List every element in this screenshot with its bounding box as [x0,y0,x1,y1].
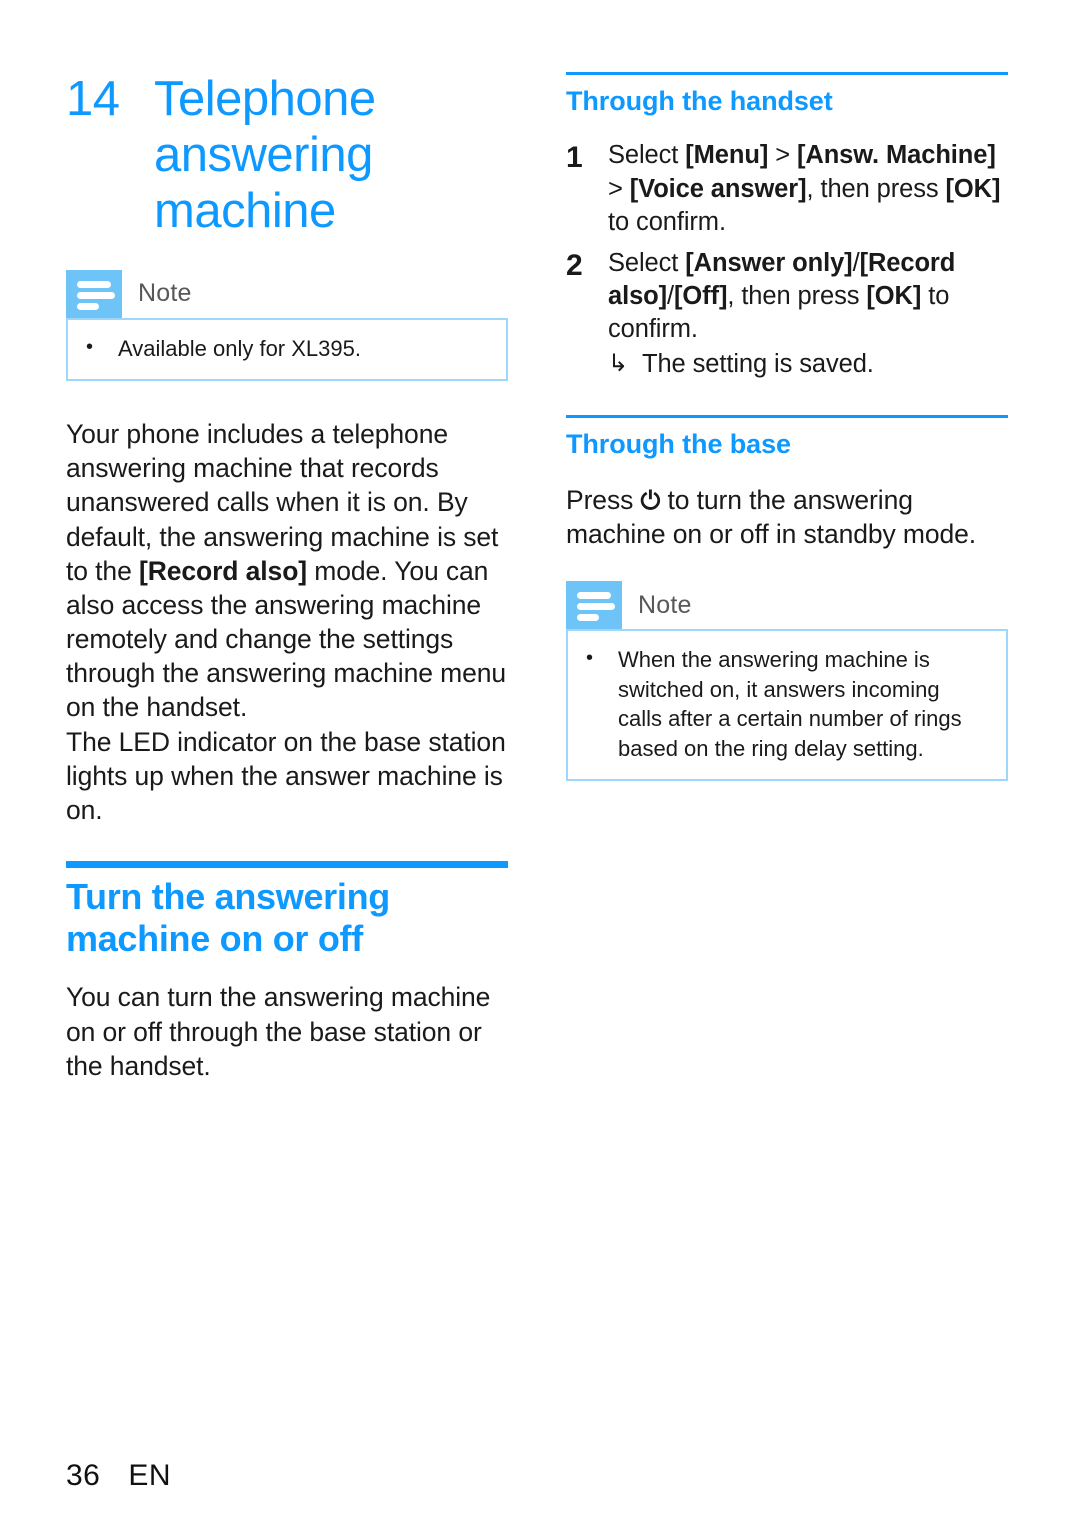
subsection-heading-handset: Through the handset [566,86,833,116]
step1-mid3: , then press [806,174,946,203]
step2-mid1: / [852,248,860,277]
bullet-icon: • [586,647,594,670]
note-body-2: • When the answering machine is switched… [566,629,1008,782]
left-column: 14 Telephone answering machine Note • Av… [66,72,508,1420]
step-item-2: 2 Select [Answer only]/[Record also]/[Of… [566,247,1008,382]
step1-mid1: > [768,141,797,170]
step-item-1: 1 Select [Menu] > [Answ. Machine] > [Voi… [566,139,1008,238]
voice-answer-term: [Voice answer] [629,174,807,203]
note-label-2: Note [638,590,692,619]
note-icon [566,581,622,630]
page-columns: 14 Telephone answering machine Note • Av… [0,0,1080,1420]
note-label: Note [138,279,192,308]
paragraph-overview: Your phone includes a telephone answerin… [66,417,508,725]
record-also-mode-term: [Record also] [138,555,308,586]
result-text: The setting is saved. [642,350,874,379]
step2-pre: Select [608,248,686,277]
base-section-rule [566,415,1008,419]
document-page: 14 Telephone answering machine Note • Av… [0,0,1080,1527]
step2-mid3: , then press [727,281,867,310]
step-text-2: Select [Answer only]/[Record also]/[Off]… [608,247,1008,382]
subsection-heading-base: Through the base [566,429,791,460]
chapter-number: 14 [66,72,120,126]
chapter-title: Telephone answering machine [154,72,376,238]
section-divider-rule [66,861,508,869]
note-text-2: When the answering machine is switched o… [618,647,962,761]
ok-term-2: [OK] [866,281,922,310]
note-header: Note [66,269,508,318]
paragraph-led-indicator: The LED indicator on the base station li… [66,726,506,825]
footer-language: EN [128,1459,172,1492]
footer-page-number: 36 [66,1459,101,1492]
step-text-1: Select [Menu] > [Answ. Machine] > [Voice… [608,139,1008,238]
step2-mid2: / [667,281,675,310]
page-footer: 36 EN [66,1459,171,1493]
menu-term: [Menu] [685,141,769,170]
power-icon: ⏻ [640,486,661,515]
section-heading-turn-on-off: Turn the answering machine on or off [66,876,390,960]
chapter-heading: 14 Telephone answering machine [66,72,508,240]
base-text-pre: Press [566,484,641,515]
step1-pre: Select [608,141,686,170]
paragraph-turn-on-off: You can turn the answering machine on or… [66,982,491,1081]
handset-section-rule [566,72,1008,75]
note-icon [66,269,122,318]
step1-post: to confirm. [608,207,726,236]
result-arrow-icon: ↳ [608,350,629,378]
bullet-icon: • [86,335,94,358]
note-header-2: Note [566,581,1008,630]
note-box-availability: Note • Available only for XL395. [66,269,508,382]
off-term: [Off] [674,281,728,310]
answer-only-term: [Answer only] [685,248,853,277]
step1-mid2: > [608,174,630,203]
note-list-item: • Available only for XL395. [86,334,488,363]
note-text: Available only for XL395. [118,335,361,361]
paragraph-base-power: Press ⏻ to turn the answering machine on… [566,483,1008,551]
right-column: Through the handset 1 Select [Menu] > [A… [566,72,1008,1420]
answ-machine-term: [Answ. Machine] [797,141,996,170]
step-number-2: 2 [566,248,583,282]
note-body: • Available only for XL395. [66,317,508,382]
step-number-1: 1 [566,141,583,175]
ok-term-1: [OK] [945,174,1001,203]
step2-result: ↳ The setting is saved. [608,348,1008,381]
note-list-item: • When the answering machine is switched… [586,645,988,763]
note-box-ring-delay: Note • When the answering machine is swi… [566,581,1008,782]
